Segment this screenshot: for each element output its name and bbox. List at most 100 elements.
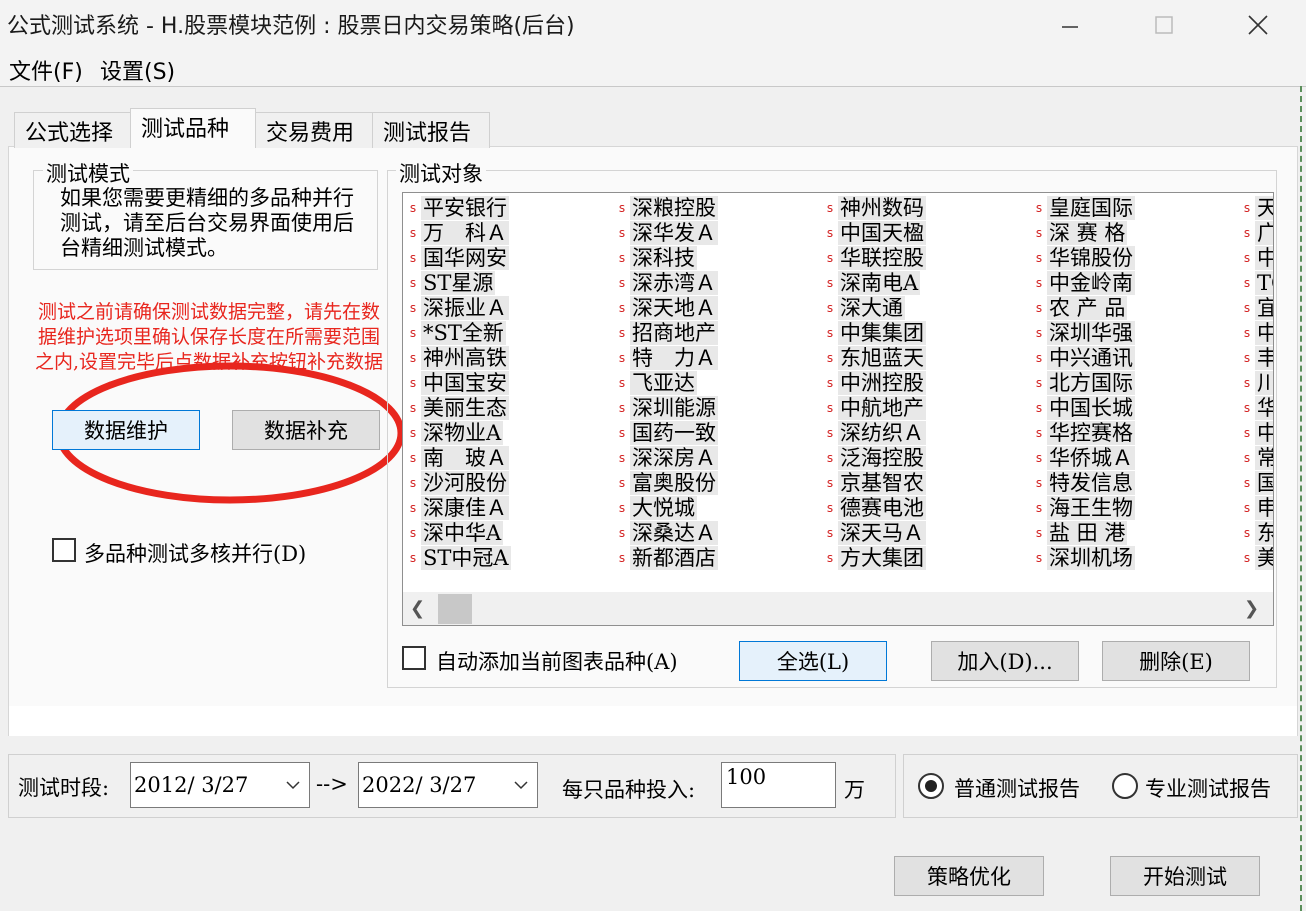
- scroll-right-icon[interactable]: ❯: [1244, 598, 1259, 619]
- stock-item[interactable]: s 招商地产: [614, 320, 718, 345]
- auto-add-checkbox[interactable]: [402, 646, 426, 670]
- stock-item[interactable]: s 深大通: [822, 295, 926, 320]
- stock-item[interactable]: s 深康佳Ａ: [405, 495, 511, 520]
- stock-item[interactable]: s 深中华A: [405, 520, 511, 545]
- stock-item[interactable]: s 深天地Ａ: [614, 295, 718, 320]
- stock-item[interactable]: s 平安银行: [405, 195, 511, 220]
- stock-item[interactable]: s 南 玻Ａ: [405, 445, 511, 470]
- stock-item[interactable]: s 中集集团: [822, 320, 926, 345]
- stock-item[interactable]: s东: [1239, 520, 1273, 545]
- close-button[interactable]: [1228, 0, 1288, 50]
- stock-item[interactable]: s中: [1239, 320, 1273, 345]
- horizontal-scrollbar[interactable]: [403, 592, 1273, 625]
- add-button[interactable]: 加入(D)...: [931, 641, 1079, 681]
- stock-item[interactable]: s 中兴通讯: [1031, 345, 1135, 370]
- stock-item[interactable]: s TC: [1239, 270, 1273, 295]
- stock-item[interactable]: s *ST全新: [405, 320, 511, 345]
- delete-button[interactable]: 删除(E): [1102, 641, 1250, 681]
- stock-item[interactable]: s 华锦股份: [1031, 245, 1135, 270]
- stock-item[interactable]: s 方大集团: [822, 545, 926, 570]
- stock-item[interactable]: s 神州高铁: [405, 345, 511, 370]
- stock-item[interactable]: s 深桑达Ａ: [614, 520, 718, 545]
- start-date-picker[interactable]: 2012/ 3/27: [130, 762, 310, 808]
- stock-item[interactable]: s 中国长城: [1031, 395, 1135, 420]
- stock-item[interactable]: s申: [1239, 495, 1273, 520]
- stock-item[interactable]: s 华控赛格: [1031, 420, 1135, 445]
- stock-item[interactable]: s丰: [1239, 345, 1273, 370]
- tab-test-symbols[interactable]: 测试品种: [130, 108, 256, 148]
- data-maintain-button[interactable]: 数据维护: [52, 410, 200, 450]
- stock-item[interactable]: s 国药一致: [614, 420, 718, 445]
- stock-item[interactable]: s 深粮控股: [614, 195, 718, 220]
- investment-input[interactable]: 100: [721, 762, 836, 808]
- stock-item[interactable]: s 美丽生态: [405, 395, 511, 420]
- stock-item[interactable]: s 中航地产: [822, 395, 926, 420]
- stock-item[interactable]: s盐 田 港: [1031, 520, 1135, 545]
- stock-item[interactable]: s国: [1239, 470, 1273, 495]
- select-all-button[interactable]: 全选(L): [739, 641, 887, 681]
- stock-item[interactable]: s川: [1239, 370, 1273, 395]
- stock-item[interactable]: s 富奥股份: [614, 470, 718, 495]
- stock-item[interactable]: s中: [1239, 245, 1273, 270]
- stock-item[interactable]: s 沙河股份: [405, 470, 511, 495]
- stock-item[interactable]: s 深圳机场: [1031, 545, 1135, 570]
- menu-file[interactable]: 文件(F): [9, 54, 83, 86]
- data-supplement-button[interactable]: 数据补充: [232, 410, 380, 450]
- stock-list[interactable]: s 平安银行 s 万 科Ａ s 国华网安 s ST星源 s 深振业Ａ s *ST全新 s 神州高铁 s 中国宝…: [402, 192, 1274, 626]
- stock-item[interactable]: s 深南电A: [822, 270, 926, 295]
- stock-item[interactable]: s农 产 品: [1031, 295, 1135, 320]
- menu-settings[interactable]: 设置(S): [100, 54, 175, 86]
- scroll-thumb[interactable]: [438, 594, 472, 624]
- stock-item[interactable]: s 中金岭南: [1031, 270, 1135, 295]
- stock-item[interactable]: s 深纺织Ａ: [822, 420, 926, 445]
- stock-item[interactable]: s 深物业A: [405, 420, 511, 445]
- stock-item[interactable]: s 大悦城: [614, 495, 718, 520]
- stock-item[interactable]: s 特 力Ａ: [614, 345, 718, 370]
- stock-item[interactable]: s 深科技: [614, 245, 718, 270]
- stock-item[interactable]: s 皇庭国际: [1031, 195, 1135, 220]
- stock-item[interactable]: s ST中冠A: [405, 545, 511, 570]
- stock-item[interactable]: s 泛海控股: [822, 445, 926, 470]
- stock-item[interactable]: s 深圳华强: [1031, 320, 1135, 345]
- multi-core-checkbox[interactable]: [52, 538, 76, 562]
- stock-item[interactable]: s天: [1239, 195, 1273, 220]
- pro-report-radio[interactable]: [1112, 773, 1138, 799]
- stock-item[interactable]: s 中洲控股: [822, 370, 926, 395]
- stock-item[interactable]: s 北方国际: [1031, 370, 1135, 395]
- tab-formula-select[interactable]: 公式选择: [14, 112, 132, 148]
- stock-item[interactable]: s 神州数码: [822, 195, 926, 220]
- stock-item[interactable]: s华: [1239, 395, 1273, 420]
- maximize-button[interactable]: [1134, 0, 1194, 50]
- stock-item[interactable]: s 深振业Ａ: [405, 295, 511, 320]
- stock-item[interactable]: s广: [1239, 220, 1273, 245]
- stock-item[interactable]: s 新都酒店: [614, 545, 718, 570]
- stock-item[interactable]: s 华侨城Ａ: [1031, 445, 1135, 470]
- stock-item[interactable]: s 特发信息: [1031, 470, 1135, 495]
- tab-test-report[interactable]: 测试报告: [372, 112, 490, 148]
- stock-item[interactable]: s美: [1239, 545, 1273, 570]
- stock-item[interactable]: s 中国宝安: [405, 370, 511, 395]
- stock-item[interactable]: s中: [1239, 420, 1273, 445]
- end-date-picker[interactable]: 2022/ 3/27: [358, 762, 538, 808]
- stock-item[interactable]: s 国华网安: [405, 245, 511, 270]
- stock-item[interactable]: s 海王生物: [1031, 495, 1135, 520]
- tab-trading-fees[interactable]: 交易费用: [255, 112, 373, 148]
- stock-item[interactable]: s深 赛 格: [1031, 220, 1135, 245]
- stock-item[interactable]: s宜: [1239, 295, 1273, 320]
- stock-item[interactable]: s 深深房Ａ: [614, 445, 718, 470]
- stock-item[interactable]: s 深华发Ａ: [614, 220, 718, 245]
- stock-item[interactable]: s 中国天楹: [822, 220, 926, 245]
- stock-item[interactable]: s 深赤湾Ａ: [614, 270, 718, 295]
- start-test-button[interactable]: 开始测试: [1110, 856, 1260, 896]
- minimize-button[interactable]: [1040, 0, 1100, 50]
- stock-item[interactable]: s 飞亚达: [614, 370, 718, 395]
- strategy-optimize-button[interactable]: 策略优化: [894, 856, 1044, 896]
- normal-report-radio[interactable]: [918, 773, 944, 799]
- stock-item[interactable]: s 万 科Ａ: [405, 220, 511, 245]
- stock-item[interactable]: s ST星源: [405, 270, 511, 295]
- stock-item[interactable]: s 深天马Ａ: [822, 520, 926, 545]
- scroll-left-icon[interactable]: ❮: [410, 598, 425, 619]
- stock-item[interactable]: s 深圳能源: [614, 395, 718, 420]
- stock-item[interactable]: s 德赛电池: [822, 495, 926, 520]
- stock-item[interactable]: s 华联控股: [822, 245, 926, 270]
